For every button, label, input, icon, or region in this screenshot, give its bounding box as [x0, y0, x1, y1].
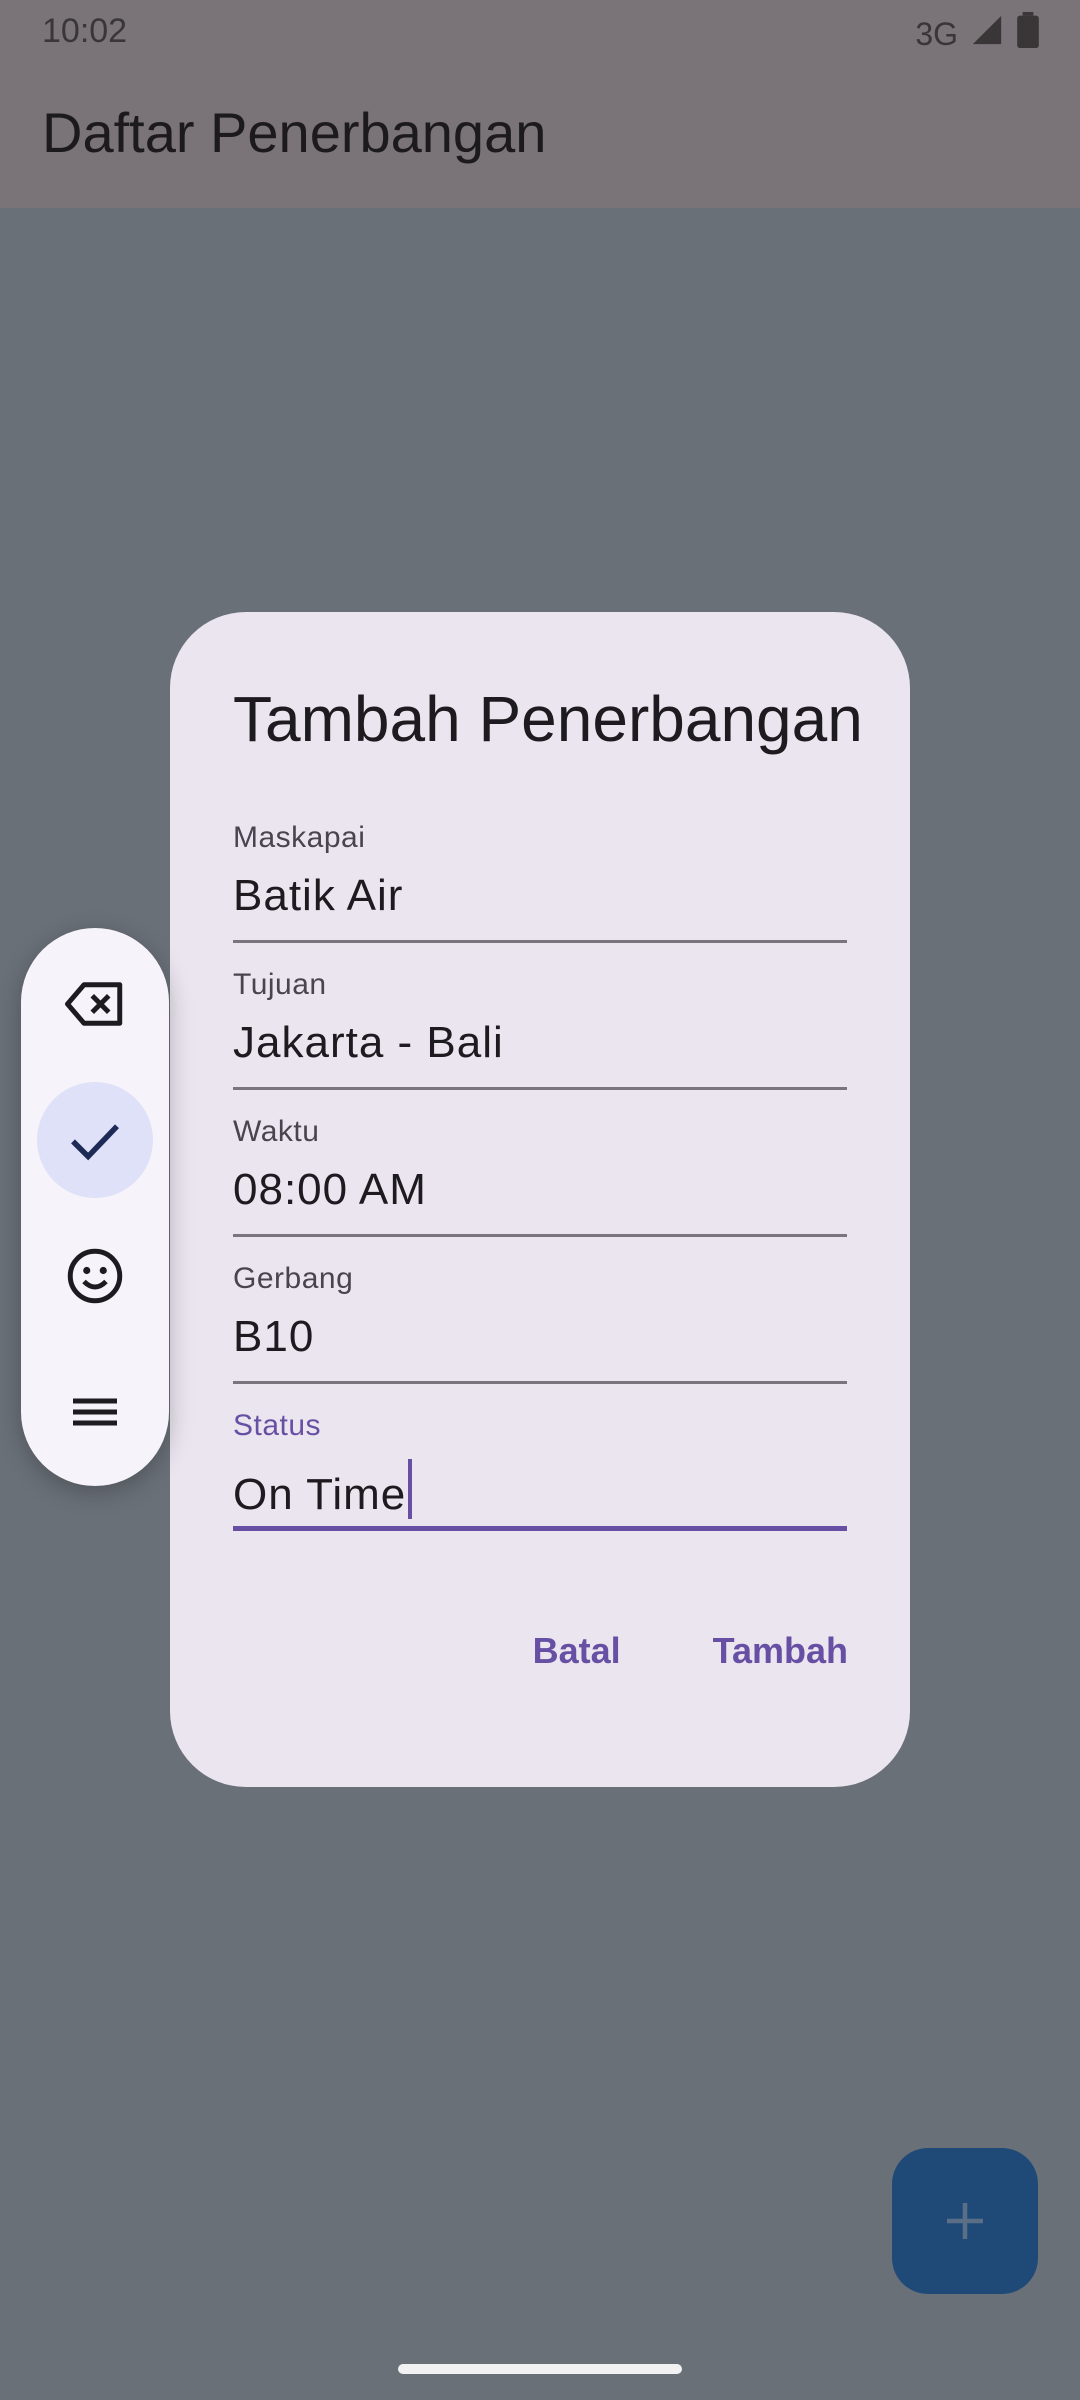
- app-bar: Daftar Penerbangan: [0, 60, 1080, 208]
- destination-value: Jakarta - Bali: [233, 1018, 504, 1067]
- status-field[interactable]: Status On Time: [233, 1403, 847, 1531]
- status-label: Status: [233, 1409, 322, 1442]
- add-icon: [947, 2203, 983, 2239]
- time-field[interactable]: Waktu 08:00 AM: [233, 1109, 847, 1237]
- airline-underline: [233, 940, 847, 943]
- status-icons: 3G: [915, 12, 1040, 56]
- gate-underline: [233, 1381, 847, 1384]
- emoji-button[interactable]: [37, 1218, 153, 1334]
- status-value-wrap: On Time: [233, 1459, 413, 1520]
- emoji-icon: [67, 1248, 123, 1304]
- airline-label: Maskapai: [233, 821, 366, 854]
- text-cursor: [408, 1459, 413, 1519]
- menu-button[interactable]: [37, 1354, 153, 1470]
- time-underline: [233, 1234, 847, 1237]
- dialog-title: Tambah Penerbangan: [233, 683, 863, 755]
- backspace-button[interactable]: [37, 946, 153, 1062]
- battery-icon: [1016, 12, 1040, 56]
- confirm-button[interactable]: [37, 1082, 153, 1198]
- status-underline: [233, 1526, 847, 1531]
- status-value: On Time: [233, 1470, 407, 1519]
- gesture-nav-bar[interactable]: [398, 2364, 682, 2374]
- gate-value: B10: [233, 1312, 315, 1361]
- status-bar: 10:02 3G: [0, 0, 1080, 60]
- cancel-button[interactable]: Batal: [533, 1630, 621, 1672]
- time-value: 08:00 AM: [233, 1165, 427, 1214]
- status-time: 10:02: [42, 12, 128, 50]
- add-flight-fab[interactable]: [892, 2148, 1038, 2294]
- check-icon: [71, 1124, 119, 1161]
- destination-underline: [233, 1087, 847, 1090]
- gate-label: Gerbang: [233, 1262, 354, 1295]
- page-title: Daftar Penerbangan: [42, 101, 547, 164]
- destination-label: Tujuan: [233, 968, 327, 1001]
- dialog-actions: Batal Tambah: [533, 1630, 848, 1672]
- menu-icon: [73, 1398, 117, 1426]
- gate-field[interactable]: Gerbang B10: [233, 1256, 847, 1384]
- signal-icon: [970, 13, 1004, 55]
- airline-field[interactable]: Maskapai Batik Air: [233, 815, 847, 943]
- time-label: Waktu: [233, 1115, 320, 1148]
- add-button[interactable]: Tambah: [713, 1630, 848, 1672]
- backspace-icon: [65, 982, 123, 1026]
- destination-field[interactable]: Tujuan Jakarta - Bali: [233, 962, 847, 1090]
- network-type: 3G: [915, 15, 958, 52]
- airline-value: Batik Air: [233, 871, 404, 920]
- keyboard-floating-toolbar: [21, 928, 169, 1486]
- add-flight-dialog: Tambah Penerbangan Maskapai Batik Air Tu…: [170, 612, 910, 1787]
